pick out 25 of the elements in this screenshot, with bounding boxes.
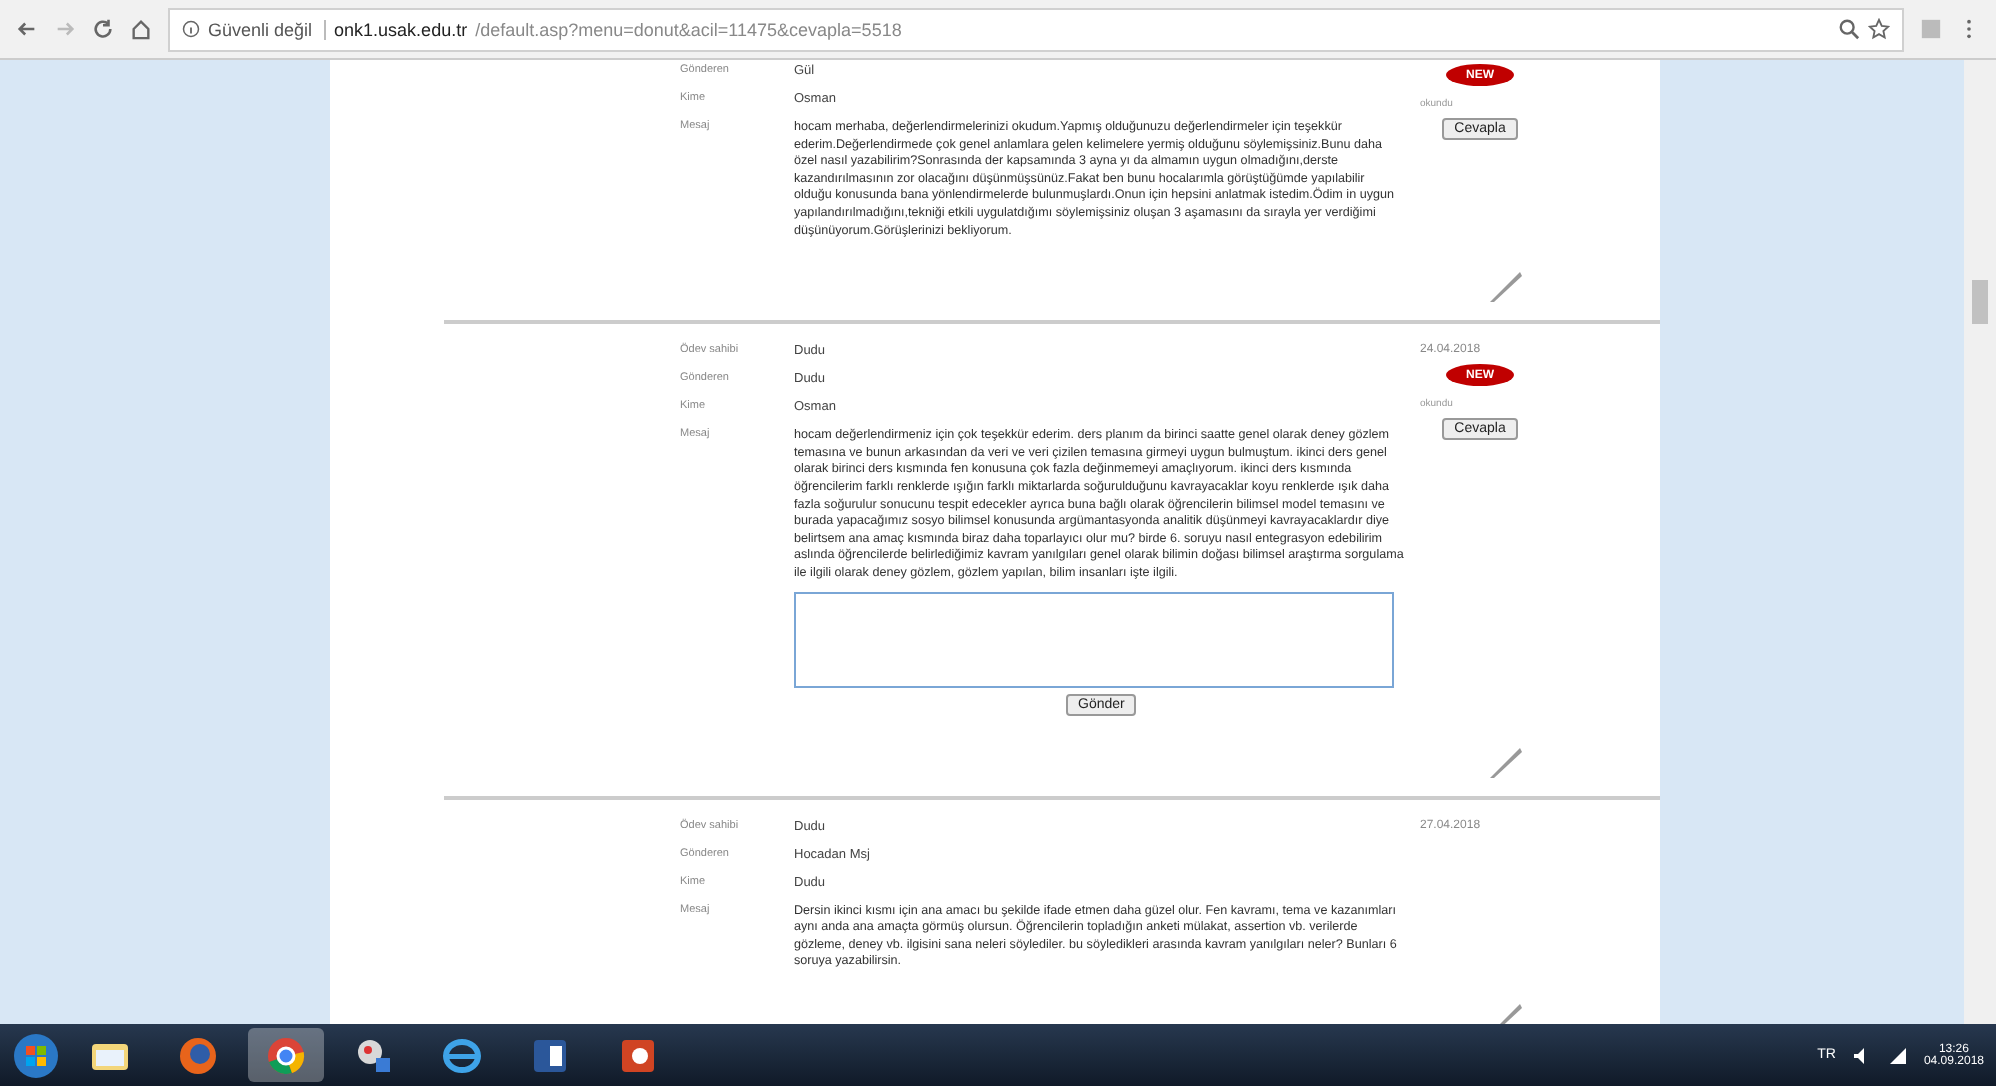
- url-path: /default.asp?menu=donut&acil=11475&cevapla=5518: [475, 19, 902, 39]
- signal-icon[interactable]: [1887, 1045, 1908, 1065]
- reply-field[interactable]: [794, 591, 1394, 687]
- scroll-thumb[interactable]: [1972, 280, 1988, 324]
- start-icon[interactable]: [12, 1031, 60, 1079]
- powerpoint-icon: [618, 1035, 658, 1075]
- security-label: Güvenli değil: [208, 19, 327, 39]
- star-icon[interactable]: [1868, 18, 1890, 40]
- internet-explorer-icon: [442, 1035, 482, 1075]
- info-icon: [182, 20, 200, 38]
- back-icon[interactable]: [16, 18, 38, 40]
- url-domain: onk1.usak.edu.tr: [334, 19, 468, 39]
- scrollbar[interactable]: [1964, 60, 1996, 1024]
- pen-icon: [1488, 268, 1524, 305]
- taskbar-app[interactable]: [248, 1028, 324, 1082]
- zoom-icon[interactable]: [1838, 18, 1860, 40]
- firefox-icon: [178, 1035, 218, 1075]
- word-icon: [530, 1035, 570, 1075]
- pen-icon: [1488, 743, 1524, 779]
- home-icon[interactable]: [130, 18, 152, 40]
- chrome-icon: [266, 1035, 306, 1075]
- paint-icon: [354, 1035, 394, 1075]
- reload-icon[interactable]: [92, 18, 114, 40]
- address-bar[interactable]: Güvenli değil onk1.usak.edu.tr /default.asp?menu=donut&acil=11475&cevapla=5518: [168, 7, 1904, 51]
- folder-icon: [90, 1039, 130, 1071]
